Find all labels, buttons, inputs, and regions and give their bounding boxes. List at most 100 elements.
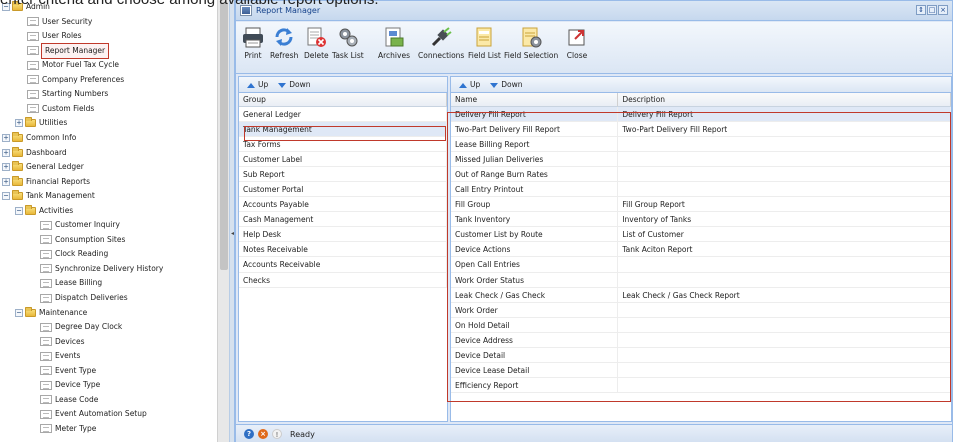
tree-folder-common-info[interactable]: + Common Info [2, 131, 76, 145]
group-row[interactable]: Checks [239, 272, 447, 288]
report-row[interactable]: Efficiency Report [451, 377, 951, 393]
delete-button[interactable]: Delete [304, 26, 329, 60]
report-row[interactable]: Missed Julian Deliveries [451, 152, 951, 168]
tree-item-user-roles[interactable]: User Roles [27, 29, 82, 43]
group-row[interactable]: Cash Management [239, 212, 447, 228]
tree-item-custom-fields[interactable]: Custom Fields [27, 102, 94, 116]
collapse-toggle-icon[interactable]: − [15, 308, 23, 317]
report-row[interactable]: Lease Billing Report [451, 137, 951, 153]
expand-toggle-icon[interactable]: + [2, 163, 10, 172]
refresh-button[interactable]: Refresh [270, 26, 298, 60]
move-up-button[interactable]: Up [459, 80, 480, 89]
tree-item-customer-inquiry[interactable]: Customer Inquiry [40, 218, 120, 232]
report-row[interactable]: Two-Part Delivery Fill Report Two-Part De… [451, 122, 951, 138]
group-row[interactable]: Accounts Receivable [239, 257, 447, 273]
tree-item-consumption-sites[interactable]: Consumption Sites [40, 233, 125, 247]
group-row[interactable]: General Ledger [239, 107, 447, 123]
report-row[interactable]: Device Address [451, 332, 951, 348]
status-text: Ready [290, 429, 315, 439]
tree-item-starting-numbers[interactable]: Starting Numbers [27, 87, 108, 101]
report-row[interactable]: Fill Group Fill Group Report [451, 197, 951, 213]
tree-item-event-automation-setup[interactable]: Event Automation Setup [40, 407, 147, 421]
group-row[interactable]: Tank Management [239, 122, 447, 138]
tree-item-lease-code[interactable]: Lease Code [40, 393, 98, 407]
form-icon [40, 264, 52, 274]
group-row[interactable]: Help Desk [239, 227, 447, 243]
collapse-toggle-icon[interactable]: − [2, 192, 10, 201]
tree-folder-utilities[interactable]: + Utilities [15, 116, 67, 130]
tree-folder-financial-reports[interactable]: + Financial Reports [2, 175, 90, 189]
tree-folder-maintenance[interactable]: − Maintenance [15, 306, 87, 320]
form-icon [27, 89, 39, 99]
move-down-button[interactable]: Down [490, 80, 523, 89]
name-column-header[interactable]: Name [451, 93, 619, 106]
expand-toggle-icon[interactable]: + [2, 133, 10, 142]
report-name-cell: Device Detail [451, 347, 619, 362]
group-row[interactable]: Tax Forms [239, 137, 447, 153]
report-row[interactable]: Delivery Fill Report Delivery Fill Report [451, 107, 951, 123]
tree-item-meter-type[interactable]: Meter Type [40, 422, 96, 436]
tree-item-dispatch-deliveries[interactable]: Dispatch Deliveries [40, 291, 128, 305]
tree-folder-general-ledger[interactable]: + General Ledger [2, 160, 84, 174]
move-up-button[interactable]: Up [247, 80, 268, 89]
group-column-header[interactable]: Group [239, 93, 447, 106]
report-row[interactable]: Leak Check / Gas Check Leak Check / Gas C… [451, 287, 951, 303]
archives-button[interactable]: Archives [378, 26, 410, 60]
error-icon[interactable]: × [258, 429, 268, 439]
report-row[interactable]: Work Order Status [451, 272, 951, 288]
folder-icon [12, 175, 23, 186]
connections-button[interactable]: Connections [418, 26, 464, 60]
report-row[interactable]: Work Order [451, 302, 951, 318]
report-row[interactable]: Call Entry Printout [451, 182, 951, 198]
form-icon [40, 322, 52, 332]
tree-item-event-type[interactable]: Event Type [40, 364, 96, 378]
tree-folder-activities[interactable]: − Activities [15, 204, 73, 218]
tree-item-synchronize-delivery-history[interactable]: Synchronize Delivery History [40, 262, 163, 276]
page-caption: enter criteria and choose among availabl… [0, 0, 953, 9]
report-row[interactable]: Device Detail [451, 347, 951, 363]
tree-item-user-security[interactable]: User Security [27, 15, 92, 29]
tree-item-clock-reading[interactable]: Clock Reading [40, 247, 108, 261]
report-row[interactable]: On Hold Detail [451, 317, 951, 333]
tree-item-devices[interactable]: Devices [40, 335, 85, 349]
description-column-header[interactable]: Description [618, 93, 951, 106]
report-row[interactable]: Open Call Entries [451, 257, 951, 273]
tree-item-motor-fuel-tax-cycle[interactable]: Motor Fuel Tax Cycle [27, 58, 119, 72]
tree-scrollbar[interactable] [217, 0, 229, 442]
print-button[interactable]: Print [242, 26, 264, 60]
tree-folder-tank-management[interactable]: − Tank Management [2, 189, 95, 203]
report-row[interactable]: Device Lease Detail [451, 362, 951, 378]
tree-item-device-type[interactable]: Device Type [40, 378, 100, 392]
tree-item-report-manager[interactable]: Report Manager [27, 42, 110, 59]
scrollbar-thumb[interactable] [220, 2, 228, 270]
move-down-button[interactable]: Down [278, 80, 311, 89]
form-icon [40, 351, 52, 361]
tree-folder-dashboard[interactable]: + Dashboard [2, 146, 67, 160]
field-selection-button[interactable]: Field Selection [504, 26, 558, 60]
tree-item-company-preferences[interactable]: Company Preferences [27, 73, 124, 87]
help-icon[interactable]: ? [244, 429, 254, 439]
report-row[interactable]: Device Actions Tank Aciton Report [451, 242, 951, 258]
close-button[interactable]: Close [566, 26, 588, 60]
collapse-toggle-icon[interactable]: − [15, 206, 23, 215]
expand-toggle-icon[interactable]: + [2, 177, 10, 186]
group-row[interactable]: Accounts Payable [239, 197, 447, 213]
expand-toggle-icon[interactable]: + [2, 148, 10, 157]
lightbulb-icon[interactable]: ! [272, 429, 282, 439]
field-selection-icon [520, 26, 542, 48]
report-name-cell: Two-Part Delivery Fill Report [451, 122, 619, 137]
tree-item-events[interactable]: Events [40, 349, 80, 363]
report-row[interactable]: Tank Inventory Inventory of Tanks [451, 212, 951, 228]
report-row[interactable]: Customer List by Route List of Customer [451, 227, 951, 243]
tree-item-degree-day-clock[interactable]: Degree Day Clock [40, 320, 122, 334]
group-row[interactable]: Sub Report [239, 167, 447, 183]
report-row[interactable]: Out of Range Burn Rates [451, 167, 951, 183]
group-row[interactable]: Notes Receivable [239, 242, 447, 258]
group-row[interactable]: Customer Portal [239, 182, 447, 198]
tree-label: Events [55, 351, 81, 361]
field-list-button[interactable]: Field List [468, 26, 501, 60]
expand-toggle-icon[interactable]: + [15, 119, 23, 128]
task-list-button[interactable]: Task List [332, 26, 364, 60]
tree-item-lease-billing[interactable]: Lease Billing [40, 276, 102, 290]
group-row[interactable]: Customer Label [239, 152, 447, 168]
